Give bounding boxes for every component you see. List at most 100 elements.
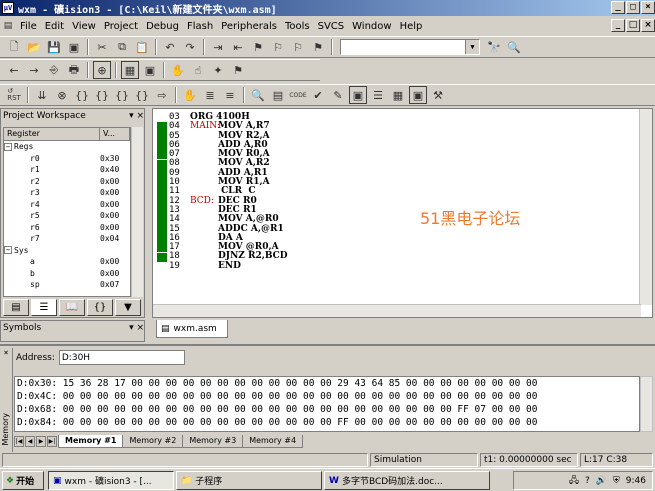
breakpoint-icon[interactable]: ✋ — [181, 86, 199, 104]
maximize-button[interactable]: □ — [626, 1, 640, 14]
memory-row[interactable]: D:0x84: 00 00 00 00 00 00 00 00 00 00 00… — [17, 416, 639, 429]
memory-row[interactable]: D:0x68: 00 00 00 00 00 00 00 00 00 00 00… — [17, 403, 639, 416]
bookmark-next-icon[interactable]: ⚐ — [269, 38, 287, 56]
pen-icon[interactable]: ✎ — [329, 86, 347, 104]
code-line[interactable]: DJNZ R2,BCD — [190, 252, 630, 261]
goto-icon[interactable]: ⎆ — [45, 61, 63, 79]
register-row[interactable]: r1 0x40 — [4, 164, 130, 176]
workspace-scrollbar[interactable] — [131, 127, 143, 297]
register-value[interactable]: 0x00 — [100, 256, 130, 268]
register-row[interactable]: sp 0x07 — [4, 279, 130, 291]
step-out-icon[interactable]: {} — [113, 86, 131, 104]
menu-project[interactable]: Project — [100, 21, 142, 32]
tab-memory-4[interactable]: Memory #4 — [242, 434, 304, 448]
network-icon[interactable]: 🖧 — [569, 473, 579, 489]
undo-icon[interactable]: ↶ — [161, 38, 179, 56]
register-table[interactable]: Register V... − Regs r0 0x30 r1 0x40 r2 0x00 r3 0… — [3, 127, 131, 297]
run-to-cursor-icon[interactable]: {} — [133, 86, 151, 104]
step-over-icon[interactable]: {} — [93, 86, 111, 104]
minimize-button[interactable]: _ — [611, 1, 625, 14]
hand-icon[interactable]: ✋ — [169, 61, 187, 79]
run-icon[interactable]: ⇊ — [33, 86, 51, 104]
indent-icon[interactable]: ⇥ — [209, 38, 227, 56]
memory-row[interactable]: D:0x4C: 00 00 00 00 00 00 00 00 00 00 00… — [17, 390, 639, 403]
task-word-doc[interactable]: W 多字节BCD码加法.doc... — [324, 471, 490, 490]
hammer-icon[interactable]: ⚒ — [429, 86, 447, 104]
file-tab-wxm[interactable]: ▤ wxm.asm — [156, 320, 228, 338]
volume-icon[interactable]: 🔊 — [596, 476, 607, 486]
flag-icon[interactable]: ⚑ — [229, 61, 247, 79]
bookmark-clear-icon[interactable]: ⚑ — [309, 38, 327, 56]
files-tab-icon[interactable]: ▤ — [3, 299, 29, 316]
close-button[interactable]: × — [641, 1, 655, 14]
register-row[interactable]: r4 0x00 — [4, 199, 130, 211]
register-row[interactable]: a 0x00 — [4, 256, 130, 268]
tab-memory-3[interactable]: Memory #3 — [182, 434, 244, 448]
register-row[interactable]: r0 0x30 — [4, 153, 130, 165]
magic-icon[interactable]: ✦ — [209, 61, 227, 79]
task-uvision[interactable]: ▣ wxm - 礦ision3 - [... — [48, 471, 174, 490]
editor-vscroll[interactable] — [639, 109, 652, 305]
register-row[interactable]: r7 0x04 — [4, 233, 130, 245]
tab-memory-1[interactable]: Memory #1 — [58, 434, 124, 448]
tab-memory-2[interactable]: Memory #2 — [122, 434, 184, 448]
doc-close-button[interactable]: × — [641, 19, 655, 32]
register-row[interactable]: r3 0x00 — [4, 187, 130, 199]
save-icon[interactable]: 💾 — [45, 38, 63, 56]
arrow-right-icon[interactable]: → — [25, 61, 43, 79]
register-value[interactable]: 0x00 — [100, 176, 130, 188]
trace-icon[interactable]: ▣ — [409, 86, 427, 104]
breakpoint-gutter[interactable] — [157, 113, 169, 293]
editor-hscroll[interactable] — [153, 304, 641, 317]
register-row[interactable]: b 0x00 — [4, 268, 130, 280]
arrow-left-icon[interactable]: ← — [5, 61, 23, 79]
tree-group-sys[interactable]: − Sys — [4, 245, 130, 257]
panel-icon[interactable]: ▣ — [349, 86, 367, 104]
new-file-icon[interactable]: 🗋 — [5, 38, 23, 56]
register-value[interactable]: 0x00 — [100, 268, 130, 280]
register-value[interactable]: 0x30 — [100, 153, 130, 165]
watch-icon[interactable]: ≡ — [221, 86, 239, 104]
unindent-icon[interactable]: ⇤ — [229, 38, 247, 56]
tab-prev-icon[interactable]: ◀ — [25, 435, 35, 447]
help-icon[interactable]: ? — [585, 476, 590, 486]
reset-icon[interactable]: ↺ RST — [5, 86, 23, 104]
show-next-icon[interactable]: ⇨ — [153, 86, 171, 104]
menu-help[interactable]: Help — [396, 21, 427, 32]
registers-icon[interactable]: ▤ — [269, 86, 287, 104]
register-value[interactable]: 0x40 — [100, 164, 130, 176]
uvision-icon[interactable]: μV — [2, 2, 14, 14]
memory-scrollbar[interactable] — [640, 376, 653, 432]
save-all-icon[interactable]: ▣ — [65, 38, 83, 56]
register-value[interactable]: 0x00 — [100, 199, 130, 211]
menu-view[interactable]: View — [68, 21, 100, 32]
tree-group-regs[interactable]: − Regs — [4, 141, 130, 153]
disasm-icon[interactable]: ≣ — [201, 86, 219, 104]
code-line[interactable]: ADDC A,@R1 — [190, 224, 630, 234]
start-button[interactable]: ❖ 开始 — [2, 471, 44, 490]
register-row[interactable]: r2 0x00 — [4, 176, 130, 188]
paste-icon[interactable]: 📋 — [133, 38, 151, 56]
zoom-icon[interactable]: ⊕ — [93, 61, 111, 79]
menu-debug[interactable]: Debug — [142, 21, 183, 32]
register-value[interactable]: 0x07 — [100, 279, 130, 291]
document-icon[interactable]: ▤ — [1, 17, 15, 35]
column-value[interactable]: V... — [100, 128, 130, 140]
address-input[interactable] — [58, 350, 185, 365]
register-value[interactable]: 0x00 — [100, 187, 130, 199]
doc-minimize-button[interactable]: _ — [611, 19, 625, 32]
menu-edit[interactable]: Edit — [41, 21, 68, 32]
binoculars-icon[interactable]: 🔭 — [485, 38, 503, 56]
books-tab-icon[interactable]: 📖 — [59, 299, 85, 316]
code-line[interactable]: END — [190, 261, 630, 271]
tab-next-icon[interactable]: ▶ — [36, 435, 46, 447]
pointer-icon[interactable]: ☝ — [189, 61, 207, 79]
inspect-icon[interactable]: 🔍 — [249, 86, 267, 104]
window-view-icon[interactable]: ▦ — [121, 61, 139, 79]
bookmark-prev-icon[interactable]: ⚐ — [289, 38, 307, 56]
list-icon[interactable]: ☰ — [369, 86, 387, 104]
register-value[interactable]: 0x00 — [100, 210, 130, 222]
register-value[interactable]: 0x00 — [100, 222, 130, 234]
functions-tab-icon[interactable]: {} — [87, 299, 113, 316]
stop-icon[interactable]: ⊗ — [53, 86, 71, 104]
